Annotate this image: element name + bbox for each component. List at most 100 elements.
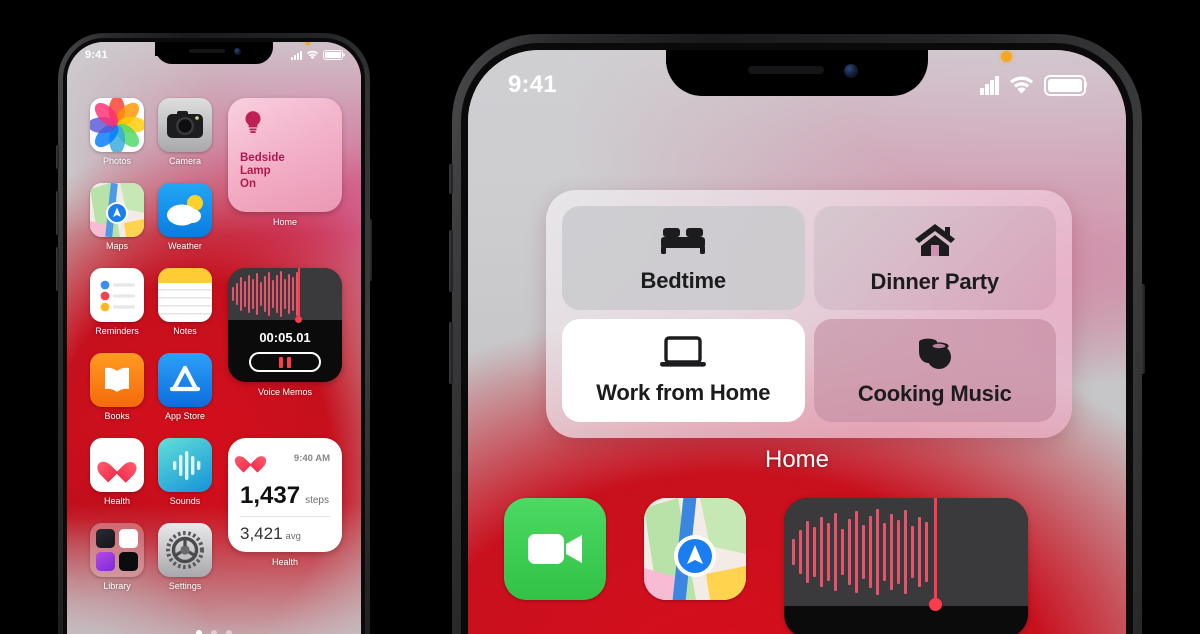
app-sounds[interactable]: Sounds bbox=[151, 438, 219, 523]
app-label: Books bbox=[104, 411, 130, 421]
right-status-bar: 9:41 bbox=[468, 50, 1126, 100]
left-phone-mute-switch[interactable] bbox=[56, 145, 59, 169]
podcasts-mini-icon bbox=[96, 551, 116, 571]
home-widget-state: On bbox=[240, 178, 256, 191]
app-books[interactable]: Books bbox=[83, 353, 151, 438]
app-label: Notes bbox=[173, 326, 197, 336]
app-label: Weather bbox=[168, 241, 202, 251]
waveform-icon bbox=[228, 268, 342, 320]
notes-icon bbox=[158, 268, 212, 322]
books-icon bbox=[90, 353, 144, 407]
playhead-line bbox=[934, 498, 937, 606]
home-widget-text: Bedside Lamp On bbox=[240, 152, 285, 191]
playhead-line bbox=[298, 268, 300, 320]
app-health[interactable]: Health bbox=[83, 438, 151, 523]
widget-label: Voice Memos bbox=[257, 387, 313, 397]
steps-unit: steps bbox=[305, 495, 329, 506]
right-phone-volume-down[interactable] bbox=[449, 322, 453, 384]
widget-home-bedside-lamp[interactable]: Bedside Lamp On Home bbox=[219, 98, 351, 268]
health-widget[interactable]: 9:40 AM 1,437 steps 3,421 avg bbox=[228, 438, 342, 552]
home-widget-label: Home bbox=[764, 446, 830, 473]
app-library-folder[interactable]: Library bbox=[83, 523, 151, 608]
scene-label: Dinner Party bbox=[870, 268, 1000, 294]
tv-mini-icon bbox=[118, 551, 138, 571]
app-camera[interactable]: Camera bbox=[151, 98, 219, 183]
house-icon bbox=[913, 221, 957, 259]
maps-icon[interactable] bbox=[644, 498, 746, 600]
screenshot-stage: 9:41 Photos Camera Bedside Lamp On Home … bbox=[0, 0, 1200, 634]
home-widget-line2: Lamp bbox=[240, 165, 271, 178]
right-phone-power-button[interactable] bbox=[1141, 284, 1145, 374]
right-phone-bezel: 9:41 Bedtime Dinner Party Work from Home… bbox=[461, 43, 1133, 634]
widget-voice-memos[interactable]: 00:05.01 Voice Memos bbox=[219, 268, 351, 438]
heart-icon bbox=[104, 453, 130, 477]
app-maps[interactable]: Maps bbox=[83, 183, 151, 268]
photos-icon bbox=[90, 98, 144, 152]
speakers-icon bbox=[912, 333, 958, 371]
health-icon bbox=[90, 438, 144, 492]
page-dot[interactable] bbox=[196, 630, 202, 634]
pause-button[interactable] bbox=[249, 352, 321, 372]
widget-health[interactable]: 9:40 AM 1,437 steps 3,421 avg Health bbox=[219, 438, 351, 608]
home-widget[interactable]: Bedside Lamp On bbox=[228, 98, 342, 212]
app-weather[interactable]: Weather bbox=[151, 183, 219, 268]
avg-unit: avg bbox=[285, 531, 301, 542]
page-dot[interactable] bbox=[211, 630, 217, 634]
app-notes[interactable]: Notes bbox=[151, 268, 219, 353]
app-reminders[interactable]: Reminders bbox=[83, 268, 151, 353]
wifi-icon bbox=[306, 50, 319, 60]
app-label: Maps bbox=[105, 241, 128, 251]
recording-timer: 00:05.01 bbox=[259, 330, 311, 345]
cellular-bars-icon bbox=[291, 50, 302, 60]
sounds-icon bbox=[158, 438, 212, 492]
scene-work-from-home[interactable]: Work from Home bbox=[562, 318, 805, 422]
widget-label: Home bbox=[272, 217, 297, 227]
avg-value: 3,421 bbox=[240, 524, 283, 543]
scene-label: Cooking Music bbox=[857, 381, 1012, 407]
right-phone-mute-switch[interactable] bbox=[449, 164, 453, 194]
right-phone-device: 9:41 Bedtime Dinner Party Work from Home… bbox=[449, 34, 1145, 634]
left-status-bar: 9:41 bbox=[67, 42, 361, 63]
app-app-store[interactable]: App Store bbox=[151, 353, 219, 438]
health-widget-header: 9:40 AM bbox=[240, 449, 330, 468]
scene-cooking-music[interactable]: Cooking Music bbox=[813, 318, 1056, 422]
left-phone-device: 9:41 Photos Camera Bedside Lamp On Home … bbox=[56, 33, 372, 634]
health-widget-time: 9:40 AM bbox=[293, 453, 330, 464]
facetime-icon[interactable] bbox=[504, 498, 606, 600]
camera-icon bbox=[158, 98, 212, 152]
music-mini-icon bbox=[96, 529, 116, 549]
right-phone-volume-up[interactable] bbox=[449, 230, 453, 292]
left-phone-screen: 9:41 Photos Camera Bedside Lamp On Home … bbox=[67, 42, 361, 634]
page-indicator-dots[interactable] bbox=[196, 630, 232, 634]
app-settings[interactable]: Settings bbox=[151, 523, 219, 608]
page-dot[interactable] bbox=[226, 630, 232, 634]
left-phone-volume-down[interactable] bbox=[56, 247, 59, 291]
voice-memos-widget[interactable]: 00:05.01 bbox=[228, 268, 342, 382]
home-scenes-widget[interactable]: Bedtime Dinner Party Work from Home Cook… bbox=[546, 190, 1072, 438]
scene-dinner-party[interactable]: Dinner Party bbox=[813, 206, 1056, 310]
scene-bedtime[interactable]: Bedtime bbox=[562, 206, 805, 310]
app-photos[interactable]: Photos bbox=[83, 98, 151, 183]
left-phone-bezel: 9:41 Photos Camera Bedside Lamp On Home … bbox=[63, 38, 365, 634]
app-label: Reminders bbox=[95, 326, 139, 336]
steps-value: 1,437 bbox=[240, 482, 301, 509]
cellular-bars-icon bbox=[980, 75, 999, 95]
health-widget-divider bbox=[240, 516, 330, 517]
app-label: App Store bbox=[164, 411, 206, 421]
app-label: Photos bbox=[102, 156, 132, 166]
left-phone-volume-up[interactable] bbox=[56, 191, 59, 235]
battery-icon bbox=[323, 50, 343, 60]
recording-indicator-dot bbox=[1001, 50, 1012, 62]
app-label: Library bbox=[103, 581, 131, 591]
news-mini-icon bbox=[118, 529, 138, 549]
status-time: 9:41 bbox=[508, 71, 557, 98]
lightbulb-icon bbox=[245, 111, 261, 133]
left-phone-power-button[interactable] bbox=[369, 219, 372, 281]
settings-icon bbox=[158, 523, 212, 577]
right-phone-screen: 9:41 Bedtime Dinner Party Work from Home… bbox=[468, 50, 1126, 634]
health-widget-average: 3,421 avg bbox=[240, 524, 301, 544]
voice-memos-widget[interactable] bbox=[784, 498, 1028, 634]
heart-icon bbox=[240, 449, 261, 468]
maps-icon bbox=[90, 183, 144, 237]
scene-label: Bedtime bbox=[640, 267, 727, 293]
